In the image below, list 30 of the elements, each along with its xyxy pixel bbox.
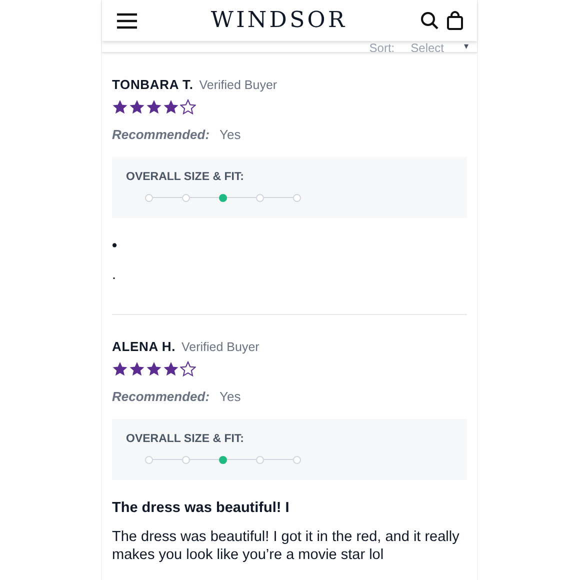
review-text: . (112, 266, 118, 284)
review-title: • (112, 237, 118, 256)
review-text: The dress was beautiful! I got it in the red, and it really makes you look like you’re a movie star lol (112, 528, 460, 564)
empty-star-icon (180, 360, 196, 377)
empty-star-icon (180, 98, 196, 115)
sort-label: Sort: (369, 42, 395, 52)
sort-dropdown[interactable]: Select ▾ (410, 42, 469, 52)
reviewer-name: ALENA H. (112, 338, 176, 356)
filled-star-icon (129, 360, 145, 377)
brand-logo[interactable]: WINDSOR (210, 10, 348, 32)
verified-buyer-label: Verified Buyer (199, 77, 278, 94)
size-fit-label: OVERALL SIZE & FIT: (126, 434, 245, 446)
filled-star-icon (163, 98, 179, 115)
recommended-label: Recommended: (112, 126, 210, 144)
filled-star-icon (146, 98, 162, 115)
filled-star-icon (112, 98, 128, 115)
search-icon[interactable] (420, 11, 439, 30)
recommended-value: Yes (220, 388, 241, 406)
filled-star-icon (146, 360, 162, 377)
filled-star-icon (112, 360, 128, 377)
filled-star-icon (129, 98, 145, 115)
review-title: The dress was beautiful! I (112, 499, 290, 518)
reviewer-name: TONBARA T. (112, 76, 194, 94)
verified-buyer-label: Verified Buyer (182, 339, 260, 356)
size-fit-label: OVERALL SIZE & FIT: (126, 172, 245, 184)
shopping-bag-icon[interactable] (447, 11, 463, 30)
recommended-value: Yes (220, 126, 241, 144)
recommended-label: Recommended: (112, 388, 210, 406)
filled-star-icon (163, 360, 179, 377)
menu-icon[interactable] (116, 12, 138, 28)
